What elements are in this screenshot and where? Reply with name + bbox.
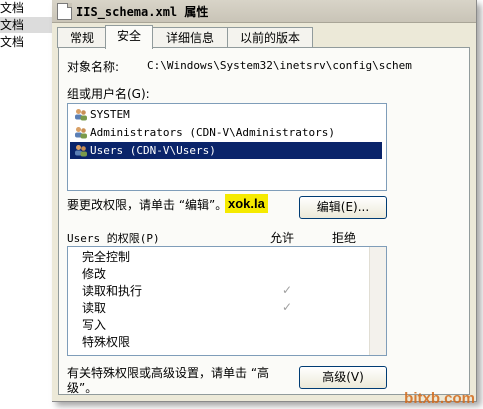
allow-check-icon: ✓ <box>282 300 293 314</box>
tab-previous-versions[interactable]: 以前的版本 <box>227 27 313 48</box>
advanced-button[interactable]: 高级(V) <box>299 366 387 389</box>
permission-modify: 修改 <box>82 267 107 281</box>
document-icon <box>57 3 72 20</box>
title-bar[interactable]: IIS_schema.xml 属性 <box>52 0 476 23</box>
user-row-label: Users (CDN-V\Users) <box>90 144 216 157</box>
explorer-file-list: 文档 文档 文档 <box>0 0 52 409</box>
file-list-item[interactable]: 文档 <box>0 34 52 50</box>
properties-dialog: IIS_schema.xml 属性 常规 安全 详细信息 以前的版本 对象名称:… <box>52 0 477 402</box>
groups-label: 组或用户名(G): <box>67 87 150 101</box>
file-list-item-selected[interactable]: 文档 <box>0 17 52 33</box>
tab-security[interactable]: 安全 <box>105 25 153 49</box>
user-row-administrators[interactable]: Administrators (CDN-V\Administrators) <box>70 124 380 141</box>
user-row-label: SYSTEM <box>90 108 130 121</box>
user-group-icon <box>75 127 87 139</box>
callout-label: xok.la <box>225 194 268 213</box>
watermark: bitxb.com <box>404 390 475 407</box>
tab-details[interactable]: 详细信息 <box>152 27 228 48</box>
object-name-label: 对象名称: <box>67 60 120 74</box>
user-row-users-selected[interactable]: Users (CDN-V\Users) <box>70 142 382 159</box>
tab-general[interactable]: 常规 <box>57 27 107 48</box>
permissions-header: Users 的权限(P) <box>67 232 160 245</box>
deny-header: 拒绝 <box>332 231 357 245</box>
permission-read-execute: 读取和执行 <box>82 284 143 298</box>
object-name-value: C:\Windows\System32\inetsrv\config\schem <box>147 59 412 72</box>
users-listbox[interactable]: SYSTEM Administrators (CDN-V\Administrat… <box>67 103 387 191</box>
advanced-hint-line2: 级”。 <box>67 381 98 395</box>
allow-header: 允许 <box>270 231 295 245</box>
advanced-hint-line1: 有关特殊权限或高级设置，请单击 “高 <box>67 366 270 380</box>
permission-special: 特殊权限 <box>82 335 131 349</box>
window-title: IIS_schema.xml 属性 <box>76 5 209 19</box>
permissions-scrollbar[interactable] <box>369 247 386 355</box>
permission-read: 读取 <box>82 301 107 315</box>
permissions-list[interactable]: 完全控制 修改 读取和执行 ✓ 读取 ✓ 写入 特殊权限 <box>67 246 387 356</box>
edit-button[interactable]: 编辑(E)... <box>299 196 387 219</box>
file-list-item[interactable]: 文档 <box>0 0 52 16</box>
security-tab-panel: 对象名称: C:\Windows\System32\inetsrv\config… <box>58 47 470 395</box>
allow-check-icon: ✓ <box>282 283 293 297</box>
user-group-icon <box>75 145 87 157</box>
change-hint: 要更改权限，请单击 “编辑”。 <box>67 198 228 212</box>
user-row-label: Administrators (CDN-V\Administrators) <box>90 126 336 139</box>
user-row-system[interactable]: SYSTEM <box>70 106 380 123</box>
permission-full-control: 完全控制 <box>82 250 131 264</box>
user-group-icon <box>75 109 87 121</box>
permission-write: 写入 <box>82 318 107 332</box>
